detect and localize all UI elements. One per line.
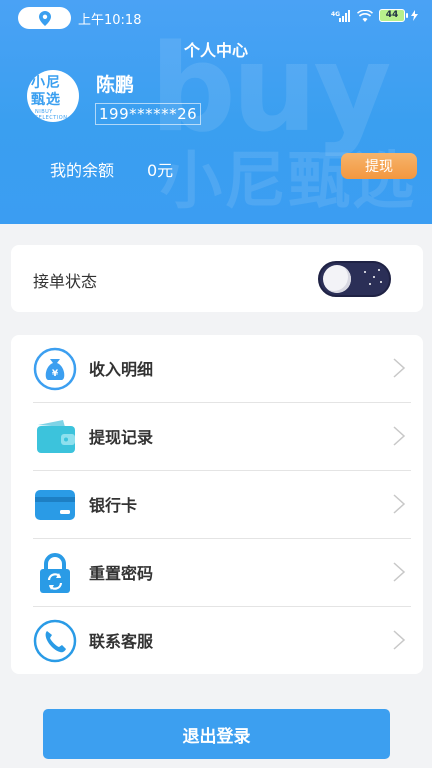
phone-icon — [33, 619, 77, 663]
menu-item-label: 重置密码 — [89, 564, 154, 583]
chevron-right-icon — [393, 630, 406, 650]
network-type-label: 4G — [331, 11, 340, 18]
avatar[interactable]: 小尼 甄选 NIBUY SELECTION — [27, 70, 79, 122]
menu-item-label: 收入明细 — [89, 360, 154, 379]
system-icons: 4G 44 — [331, 9, 418, 22]
bank-card-icon — [35, 490, 75, 520]
status-bar: 上午10:18 4G 44 — [0, 0, 432, 34]
chevron-right-icon — [393, 426, 406, 446]
page-title: 个人中心 — [183, 41, 248, 60]
chevron-right-icon — [393, 562, 406, 582]
avatar-text-line3: NIBUY SELECTION — [35, 109, 68, 121]
toggle-star — [369, 283, 371, 285]
toggle-knob — [323, 265, 351, 293]
menu-item-label: 提现记录 — [89, 428, 154, 447]
menu-item-label: 联系客服 — [89, 632, 154, 651]
chevron-right-icon — [393, 358, 406, 378]
menu-card: ¥ 收入明细 提现记录 银行卡 重置密码 联系客服 — [11, 335, 423, 674]
padlock-reset-icon — [40, 553, 70, 593]
money-bag-icon: ¥ — [33, 347, 77, 391]
toggle-star — [373, 276, 375, 278]
user-name: 陈鹏 — [96, 74, 135, 96]
menu-item-income-details[interactable]: ¥ 收入明细 — [21, 335, 411, 403]
order-status-card: 接单状态 — [11, 245, 423, 312]
wifi-icon — [357, 9, 373, 22]
toggle-star — [378, 269, 380, 271]
chevron-right-icon — [393, 494, 406, 514]
order-status-toggle[interactable] — [318, 261, 391, 297]
toggle-star — [364, 271, 366, 273]
balance-label: 我的余额 — [50, 161, 115, 180]
menu-item-bank-card[interactable]: 银行卡 — [21, 471, 411, 539]
profile-header: buy 小尼甄选 上午10:18 4G 44 个人中心 小尼 甄选 NIBUY … — [0, 0, 432, 224]
menu-item-label: 银行卡 — [89, 496, 138, 515]
charging-bolt-icon — [411, 10, 418, 21]
withdraw-button[interactable]: 提现 — [341, 153, 417, 179]
location-pill[interactable] — [18, 7, 71, 29]
avatar-text-line2: 甄选 — [31, 92, 61, 108]
signal-bars-icon: 4G — [331, 9, 350, 22]
toggle-star — [380, 281, 382, 283]
wallet-icon — [37, 420, 75, 453]
order-status-label: 接单状态 — [33, 272, 98, 291]
logout-button[interactable]: 退出登录 — [43, 709, 390, 759]
battery-indicator: 44 — [379, 9, 408, 22]
menu-item-contact-support[interactable]: 联系客服 — [21, 607, 411, 675]
status-time: 上午10:18 — [78, 13, 142, 28]
location-pin-icon — [38, 10, 51, 26]
menu-item-withdraw-records[interactable]: 提现记录 — [21, 403, 411, 471]
menu-item-reset-password[interactable]: 重置密码 — [21, 539, 411, 607]
balance-value: 0元 — [147, 161, 174, 180]
svg-text:¥: ¥ — [52, 369, 59, 379]
user-phone: 199******26 — [95, 103, 202, 125]
